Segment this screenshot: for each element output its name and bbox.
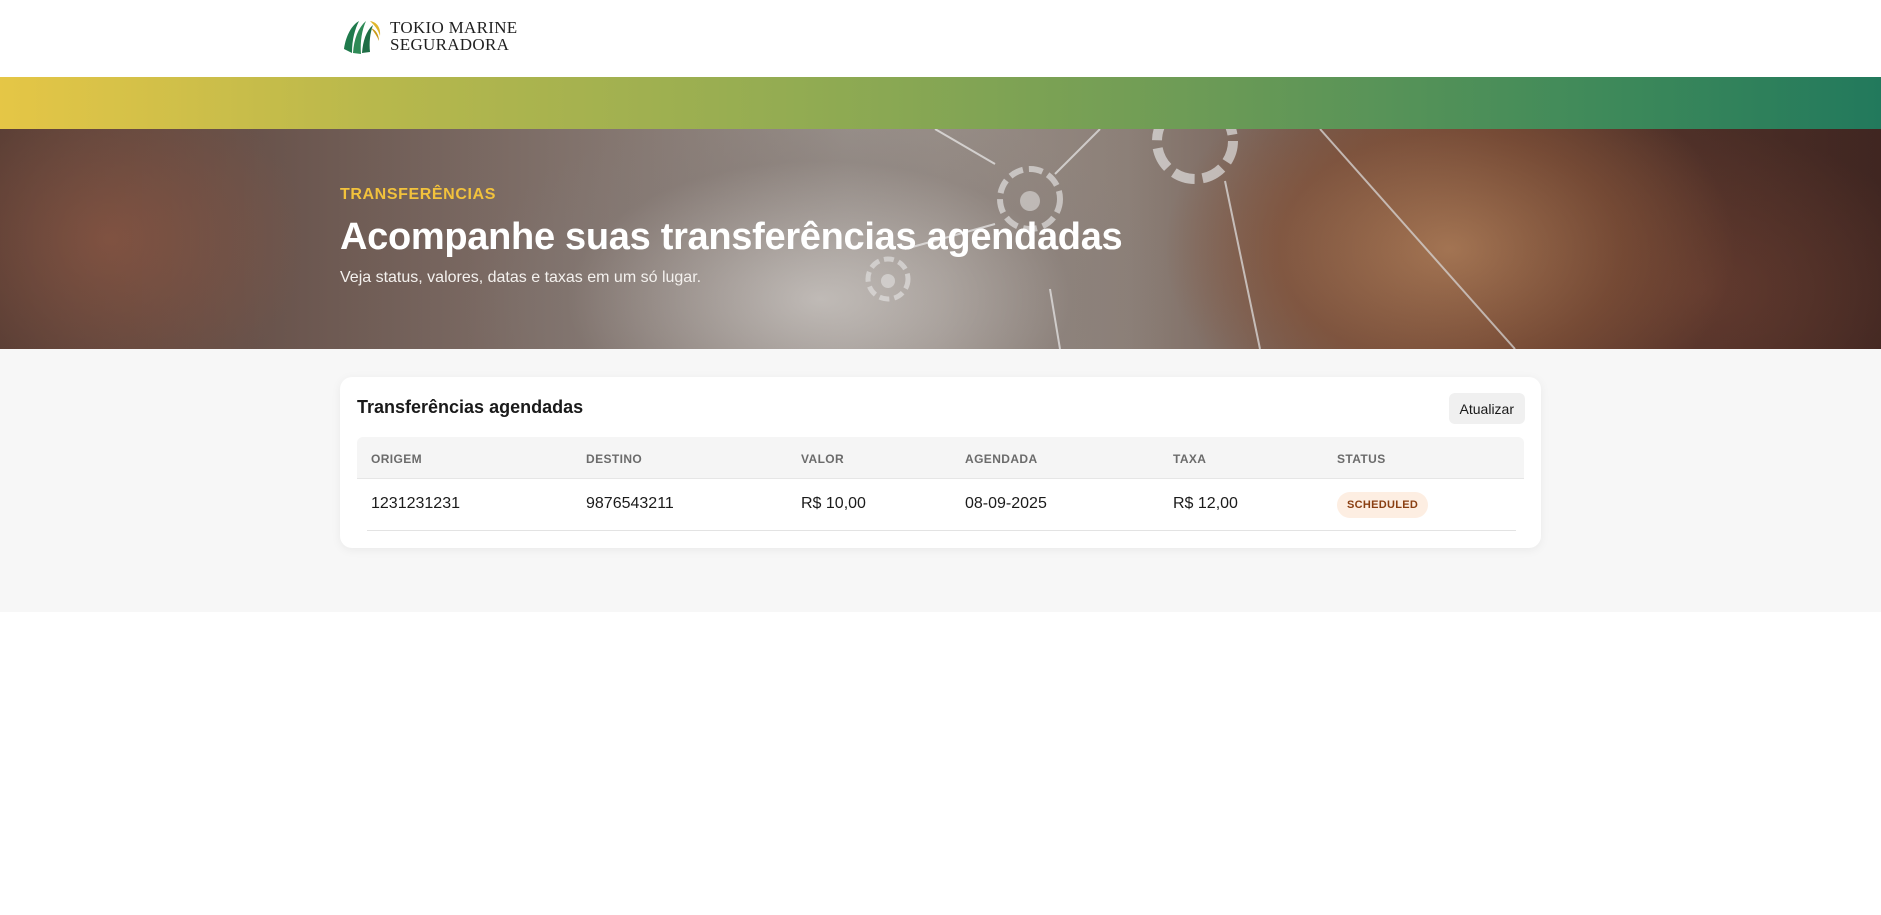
brand-logo[interactable]: TOKIO MARINE SEGURADORA xyxy=(340,15,517,57)
logo-line-1: TOKIO MARINE xyxy=(390,18,518,37)
table-row[interactable]: 1231231231 9876543211 R$ 10,00 08-09-202… xyxy=(357,479,1524,531)
hero-banner: TRANSFERÊNCIAS Acompanhe suas transferên… xyxy=(0,129,1881,349)
table-header: ORIGEM DESTINO VALOR AGENDADA TAXA STATU… xyxy=(357,437,1524,479)
page-title: Acompanhe suas transferências agendadas xyxy=(340,216,1123,258)
column-header-taxa: TAXA xyxy=(1173,452,1207,466)
main-content: Transferências agendadas Atualizar ORIGE… xyxy=(0,349,1881,612)
hero-content: TRANSFERÊNCIAS Acompanhe suas transferên… xyxy=(340,186,1123,287)
refresh-button[interactable]: Atualizar xyxy=(1448,393,1525,424)
cell-taxa: R$ 12,00 xyxy=(1173,495,1238,512)
cell-valor: R$ 10,00 xyxy=(801,495,866,512)
cell-destino: 9876543211 xyxy=(586,495,674,512)
transfers-table: ORIGEM DESTINO VALOR AGENDADA TAXA STATU… xyxy=(357,437,1524,531)
card-title: Transferências agendadas xyxy=(357,397,584,417)
column-header-valor: VALOR xyxy=(801,452,845,466)
logo-line-2: SEGURADORA xyxy=(390,35,510,54)
status-badge: SCHEDULED xyxy=(1337,492,1429,518)
cell-origem: 1231231231 xyxy=(371,495,460,512)
hero-kicker: TRANSFERÊNCIAS xyxy=(340,186,496,203)
logo-wordmark: TOKIO MARINE SEGURADORA xyxy=(390,19,517,53)
column-header-status: STATUS xyxy=(1337,452,1386,466)
scheduled-transfers-card: Transferências agendadas Atualizar ORIGE… xyxy=(340,377,1541,548)
page-subtitle: Veja status, valores, datas e taxas em u… xyxy=(340,269,702,286)
brand-gradient-bar xyxy=(0,77,1881,129)
tokio-marine-logo-icon xyxy=(342,17,381,55)
site-header: TOKIO MARINE SEGURADORA xyxy=(0,0,1881,77)
column-header-agendada: AGENDADA xyxy=(965,452,1038,466)
cell-agendada: 08-09-2025 xyxy=(965,495,1047,512)
column-header-destino: DESTINO xyxy=(586,452,643,466)
column-header-origem: ORIGEM xyxy=(371,452,423,466)
